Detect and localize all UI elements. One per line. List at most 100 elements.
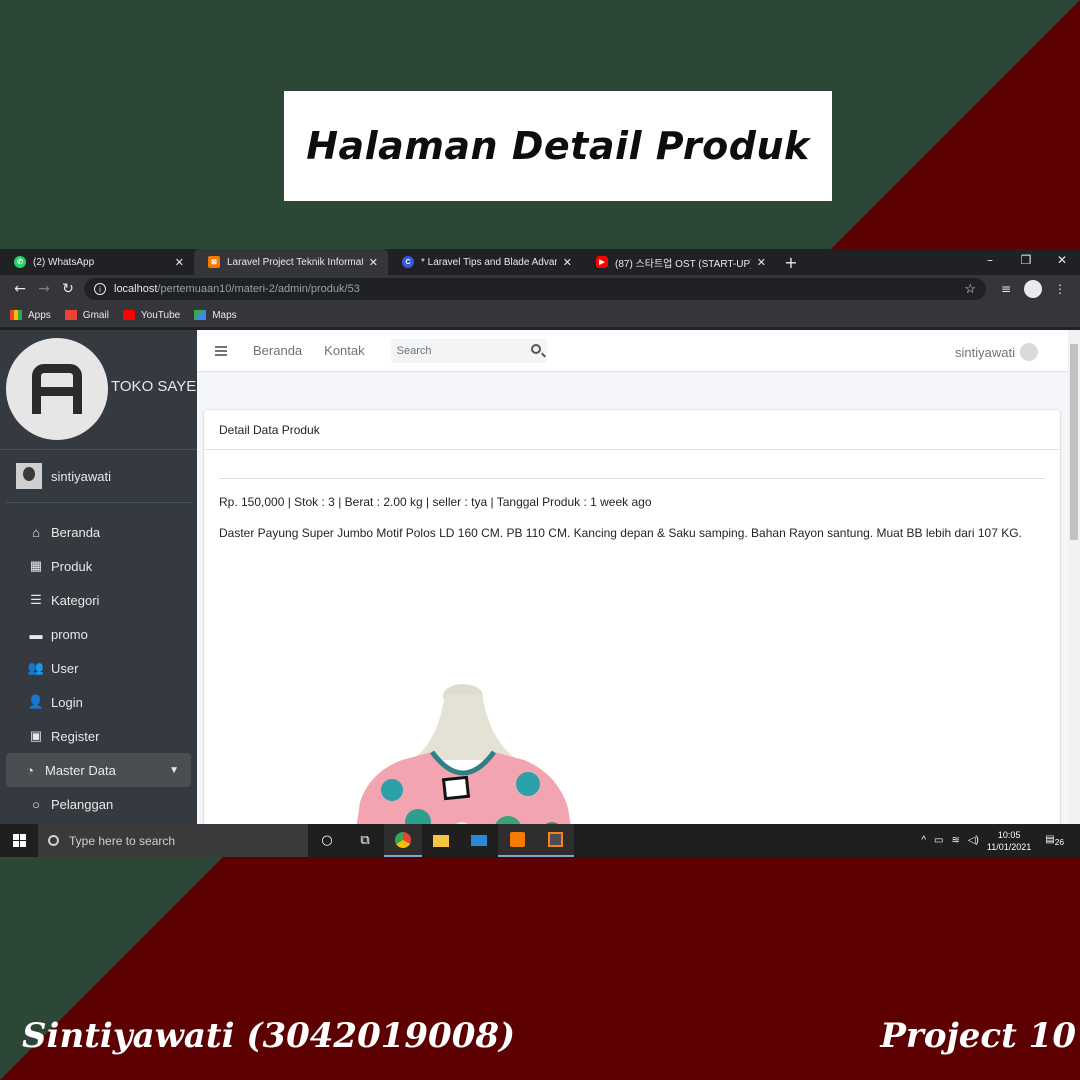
bookmark-label: Maps [212, 309, 237, 321]
bookmark-star-icon[interactable]: ☆ [964, 281, 976, 297]
brand-name: TOKO SAYE [111, 378, 197, 395]
sidebar-menu: ⌂ Beranda ▦ Produk ☰ Kategori ▬ promo 👥 User … [0, 515, 197, 821]
sidebar-item-label: promo [51, 626, 88, 642]
nav-link-kontak[interactable]: Kontak [324, 343, 364, 358]
bookmark-youtube[interactable]: YouTube [122, 309, 181, 321]
scrollbar-thumb[interactable] [1070, 344, 1078, 540]
mail-icon[interactable] [460, 824, 498, 857]
sidebar-item-beranda[interactable]: ⌂ Beranda [6, 515, 191, 549]
sidebar-item-pelanggan[interactable]: ○ Pelanggan [6, 787, 191, 821]
avatar [1020, 343, 1038, 361]
media-control-icon[interactable]: ≡ [994, 282, 1018, 296]
close-icon[interactable]: ✕ [563, 256, 572, 269]
gmail-icon [64, 310, 77, 320]
windows-start-button[interactable] [0, 834, 38, 847]
bookmarks-bar: Apps Gmail YouTube Maps [0, 303, 1080, 327]
browser-window: ✆ (2) WhatsApp ✕ ⊠ Laravel Project Tekni… [0, 249, 1080, 857]
reload-icon[interactable]: ↻ [56, 281, 80, 297]
volume-icon[interactable]: ◁) [968, 835, 979, 846]
user-icon: 👤 [27, 694, 45, 709]
sublime-text-icon[interactable] [536, 824, 574, 857]
tab-whatsapp[interactable]: ✆ (2) WhatsApp ✕ [0, 249, 194, 275]
main-content: Beranda Kontak Search sintiyawati Detail… [197, 330, 1068, 857]
user-panel[interactable]: sintiyawati [6, 450, 191, 503]
battery-icon[interactable]: ▭ [934, 835, 943, 846]
sidebar-item-login[interactable]: 👤 Login [6, 685, 191, 719]
bookmark-label: YouTube [140, 309, 181, 321]
nav-user[interactable]: sintiyawati [955, 343, 1038, 361]
new-tab-button[interactable]: + [776, 249, 806, 275]
sidebar-item-label: Master Data [45, 762, 116, 778]
url-host: localhost [114, 283, 158, 295]
wallet-icon: ▬ [29, 626, 43, 642]
search-icon[interactable] [530, 343, 541, 354]
divider [219, 478, 1045, 479]
clock-date: 11/01/2021 [986, 841, 1032, 852]
dashboard-icon: ◔ [26, 762, 34, 778]
sidebar-item-register[interactable]: ▣ Register [6, 719, 191, 753]
author-caption: Sintiyawati (3042019008) [22, 1016, 516, 1056]
sidebar-item-kategori[interactable]: ☰ Kategori [6, 583, 191, 617]
sidebar-item-produk[interactable]: ▦ Produk [6, 549, 191, 583]
xampp-icon: ⊠ [208, 256, 220, 268]
bookmark-apps[interactable]: Apps [10, 310, 51, 321]
close-icon[interactable]: ✕ [175, 256, 184, 269]
notification-icon[interactable]: ▤26 [1045, 834, 1064, 847]
cortana-icon[interactable]: ○ [308, 824, 346, 857]
minimize-icon[interactable]: – [972, 249, 1008, 271]
sidebar-item-label: Login [51, 694, 83, 710]
tab-laravel-project[interactable]: ⊠ Laravel Project Teknik Informatika ✕ [194, 249, 388, 275]
whatsapp-icon: ✆ [14, 256, 26, 268]
chevron-up-icon[interactable]: ^ [921, 835, 926, 846]
sidebar-item-user[interactable]: 👥 User [6, 651, 191, 685]
nav-link-beranda[interactable]: Beranda [253, 343, 302, 358]
chrome-icon[interactable] [384, 824, 422, 857]
tab-bar: ✆ (2) WhatsApp ✕ ⊠ Laravel Project Tekni… [0, 249, 1080, 275]
clock[interactable]: 10:05 11/01/2021 [987, 829, 1031, 853]
search-input[interactable]: Search [390, 338, 547, 363]
hamburger-icon[interactable] [215, 344, 227, 358]
sidebar-item-master-data[interactable]: ◔ Master Data ▼ [6, 753, 191, 787]
tab-laravel-tips[interactable]: C * Laravel Tips and Blade Advance ✕ [388, 249, 582, 275]
sidebar-item-label: Pelanggan [51, 796, 114, 812]
grid-icon: ▦ [29, 558, 43, 573]
menu-dots-icon[interactable]: ⋮ [1048, 282, 1072, 296]
brand-logo [6, 338, 108, 440]
taskbar-search[interactable]: Type here to search [38, 824, 308, 857]
close-icon[interactable]: ✕ [757, 256, 766, 269]
info-icon[interactable]: i [94, 283, 106, 295]
bookmark-label: Apps [28, 309, 51, 321]
users-icon: 👥 [27, 660, 45, 675]
file-explorer-icon[interactable] [422, 824, 460, 857]
back-icon[interactable]: ← [8, 281, 32, 297]
avatar [16, 463, 42, 489]
profile-avatar[interactable] [1024, 280, 1042, 298]
url-field[interactable]: i localhost /pertemuaan10/materi-2/admin… [84, 278, 986, 300]
card-body: Rp. 150,000 | Stok : 3 | Berat : 2.00 kg… [204, 478, 1060, 857]
scrollbar[interactable] [1068, 330, 1080, 824]
poster-title-box: Halaman Detail Produk [284, 91, 832, 201]
wifi-icon[interactable]: ≋ [951, 835, 959, 846]
xampp-icon[interactable] [498, 824, 536, 857]
close-window-icon[interactable]: ✕ [1044, 249, 1080, 271]
circle-icon: ○ [32, 796, 40, 812]
close-icon[interactable]: ✕ [369, 256, 378, 269]
windows-logo-icon [12, 834, 26, 847]
youtube-icon: ▶ [596, 256, 608, 268]
chevron-down-icon: ▼ [169, 764, 179, 776]
notification-count: 26 [1054, 837, 1064, 847]
home-icon: ⌂ [32, 524, 40, 540]
sidebar: TOKO SAYE sintiyawati ⌂ Beranda ▦ Produk ☰… [0, 330, 197, 824]
brand[interactable]: TOKO SAYE [0, 330, 197, 450]
search-placeholder: Search [396, 344, 432, 357]
sidebar-item-promo[interactable]: ▬ promo [6, 617, 191, 651]
tab-youtube[interactable]: ▶ (87) 스타트업 OST (START-UP) ✕ [582, 249, 776, 275]
product-detail-card: Detail Data Produk Rp. 150,000 | Stok : … [204, 410, 1060, 857]
bookmark-maps[interactable]: Maps [194, 309, 237, 321]
bookmark-gmail[interactable]: Gmail [64, 310, 109, 321]
address-card-icon: ▣ [29, 728, 43, 743]
sidebar-item-label: Beranda [51, 524, 101, 540]
forward-icon[interactable]: → [32, 281, 56, 297]
restore-icon[interactable]: ❐ [1008, 249, 1044, 271]
task-view-icon[interactable]: ⧉ [346, 824, 384, 857]
